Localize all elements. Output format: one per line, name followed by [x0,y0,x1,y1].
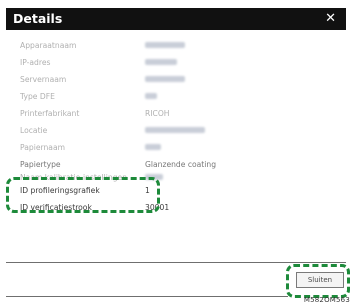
detail-row-device-name: Apparaatnaam [6,38,346,54]
redacted-value [145,144,161,150]
dialog-titlebar: Details ✕ [6,8,346,30]
footer-divider [6,262,346,263]
detail-row-paper-name: Papiernaam [6,140,346,156]
detail-label: Locatie [20,126,48,135]
detail-value: RICOH [145,109,170,118]
redacted-value [145,76,185,82]
highlight-callout-ids [6,177,160,213]
detail-value: Glanzende coating [145,160,217,169]
detail-label: IP-adres [20,58,51,67]
figure-code: M582OM563 [303,296,350,304]
bottom-divider [6,296,288,297]
detail-row-dfe-type: Type DFE [6,89,346,105]
detail-label: Type DFE [20,92,55,101]
redacted-value [145,93,157,99]
detail-label: Apparaatnaam [20,41,77,50]
dialog-title: Details [13,11,63,26]
close-button[interactable]: Sluiten [296,272,344,288]
detail-label: Papiertype [20,160,61,169]
redacted-value [145,127,205,133]
detail-row-ip-address: IP-adres [6,55,346,71]
detail-label: Papiernaam [20,143,65,152]
detail-row-server-name: Servernaam [6,72,346,88]
redacted-value [145,42,185,48]
detail-row-location: Locatie [6,123,346,139]
close-icon[interactable]: ✕ [325,11,336,26]
detail-label: Printerfabrikant [20,109,80,118]
redacted-value [145,59,177,65]
detail-row-printer-manufacturer: Printerfabrikant RICOH [6,106,346,122]
details-dialog: Details ✕ Apparaatnaam IP-adres Serverna… [0,0,350,304]
detail-label: Servernaam [20,75,67,84]
